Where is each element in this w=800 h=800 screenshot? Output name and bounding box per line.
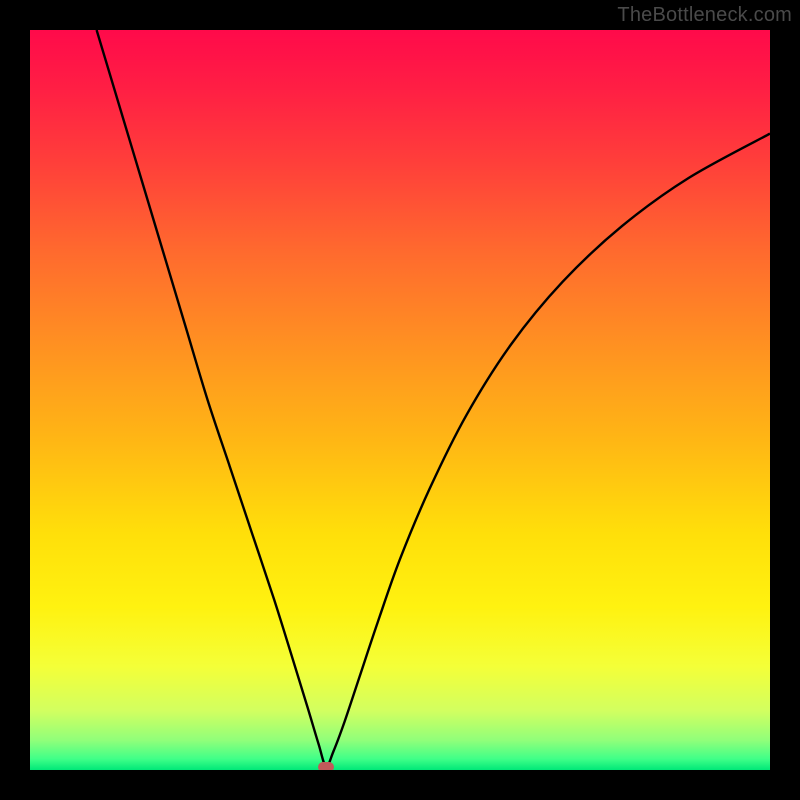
bottleneck-curve: [30, 30, 770, 770]
minimum-marker: [318, 762, 334, 770]
watermark-text: TheBottleneck.com: [617, 4, 792, 27]
plot-area: [30, 30, 770, 770]
